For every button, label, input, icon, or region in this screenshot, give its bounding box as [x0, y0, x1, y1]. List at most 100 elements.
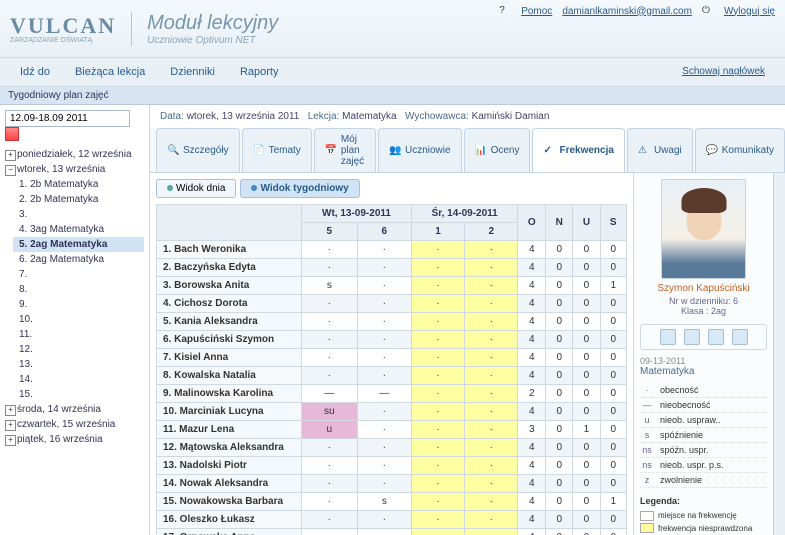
view-buttons: Widok dnia Widok tygodniowy: [156, 179, 627, 198]
tab-mój plan zajęć[interactable]: 📅Mój plan zajęć: [314, 128, 376, 172]
action-2-icon[interactable]: [684, 329, 700, 345]
tab-frekwencja[interactable]: ✓Frekwencja: [532, 128, 624, 172]
tree-lesson[interactable]: 13.: [13, 357, 144, 372]
top-links: ? Pomoc damianlkaminski@gmail.com ⏻ Wylo…: [499, 5, 775, 17]
table-row[interactable]: 7. Kisiel Anna····4000: [157, 349, 627, 367]
module-name: Moduł lekcyjny: [147, 12, 278, 35]
tree-lesson[interactable]: 11.: [13, 327, 144, 342]
lesson-value: Matematyka: [342, 111, 396, 122]
table-row[interactable]: 11. Mazur Lenau···3010: [157, 421, 627, 439]
menu-current-lesson[interactable]: Bieżąca lekcja: [65, 62, 155, 82]
table-row[interactable]: 3. Borowska Anitas···4001: [157, 277, 627, 295]
scrollbar[interactable]: [773, 173, 785, 535]
menu-journals[interactable]: Dzienniki: [160, 62, 225, 82]
legend-symbols: ·obecność—nieobecnośćunieob. usprаw..ssp…: [640, 383, 767, 488]
date-value: wtorek, 13 września 2011: [187, 111, 300, 122]
table-row[interactable]: 10. Marciniak Lucynasu···4000: [157, 403, 627, 421]
tree-lesson[interactable]: 14.: [13, 372, 144, 387]
table-row[interactable]: 8. Kowalska Natalia····4000: [157, 367, 627, 385]
action-3-icon[interactable]: [708, 329, 724, 345]
table-row[interactable]: 2. Baczyńska Edyta····4000: [157, 259, 627, 277]
menu-bar: Idź do Bieżąca lekcja Dzienniki Raporty …: [0, 58, 785, 87]
tree-lesson[interactable]: 3.: [13, 207, 144, 222]
student-name: Szymon Kapuściński: [640, 283, 767, 294]
tab-icon: 💬: [706, 145, 718, 157]
date-label: Data:: [160, 111, 184, 122]
tree-day[interactable]: wtorek, 13 września: [5, 162, 144, 177]
panel-subject: Matematyka: [640, 366, 767, 377]
hide-header-link[interactable]: Schowaj nagłówek: [672, 62, 775, 81]
table-row[interactable]: 15. Nowakowska Barbara·s··4001: [157, 493, 627, 511]
tree-day[interactable]: czwartek, 15 września: [5, 417, 144, 432]
tree-lesson[interactable]: 15.: [13, 387, 144, 402]
tab-szczegóły[interactable]: 🔍Szczegóły: [156, 128, 240, 172]
email-link[interactable]: damianlkaminski@gmail.com: [562, 6, 692, 17]
legend-symbol: —nieobecność: [640, 398, 767, 413]
tree-lesson[interactable]: 7.: [13, 267, 144, 282]
sub-bar: Tygodniowy plan zajęć: [0, 87, 785, 105]
action-4-icon[interactable]: [732, 329, 748, 345]
tab-icon: ⚠: [638, 145, 650, 157]
tab-icon: 👥: [389, 145, 401, 157]
tree-lesson[interactable]: 10.: [13, 312, 144, 327]
table-row[interactable]: 13. Nadolski Piotr····4000: [157, 457, 627, 475]
table-row[interactable]: 16. Oleszko Łukasz····4000: [157, 511, 627, 529]
info-bar: Data: wtorek, 13 września 2011 Lekcja: M…: [150, 105, 785, 128]
tab-icon: 📊: [475, 145, 487, 157]
action-icons: [640, 324, 767, 350]
legend-symbol: sspóźnienie: [640, 428, 767, 443]
teacher-value: Kamiński Damian: [472, 111, 550, 122]
action-1-icon[interactable]: [660, 329, 676, 345]
help-link[interactable]: Pomoc: [521, 6, 552, 17]
table-row[interactable]: 9. Malinowska Karolina——··2000: [157, 385, 627, 403]
tab-icon: ✓: [543, 145, 555, 157]
table-row[interactable]: 5. Kania Aleksandra····4000: [157, 313, 627, 331]
table-row[interactable]: 12. Mątowska Aleksandra····4000: [157, 439, 627, 457]
tree-day[interactable]: piątek, 16 września: [5, 432, 144, 447]
view-week-button[interactable]: Widok tygodniowy: [240, 179, 359, 198]
logout-icon: ⏻: [702, 5, 714, 17]
legend-symbol: nsspóźn. uspr.: [640, 443, 767, 458]
date-range-input[interactable]: [5, 110, 130, 127]
legend-symbol: ·obecność: [640, 383, 767, 398]
attendance-table: Wt, 13-09-2011Śr, 14-09-2011ONUS56121. B…: [156, 204, 627, 535]
tree-day[interactable]: poniedziałek, 12 września: [5, 147, 144, 162]
table-row[interactable]: 14. Nowak Aleksandra····4000: [157, 475, 627, 493]
module-title: Moduł lekcyjny Uczniowie Optivum NET: [131, 12, 278, 46]
legend-title: Legenda:: [640, 496, 767, 506]
table-area: Widok dnia Widok tygodniowy Wt, 13-09-20…: [150, 173, 633, 535]
tab-icon: 📅: [325, 145, 337, 157]
tab-komunikaty[interactable]: 💬Komunikaty: [695, 128, 785, 172]
table-row[interactable]: 1. Bach Weronika····4000: [157, 241, 627, 259]
tree-lesson[interactable]: 12.: [13, 342, 144, 357]
right-panel: Szymon Kapuściński Nr w dzienniku: 6 Kla…: [633, 173, 773, 535]
tree-lesson[interactable]: 5. 2ag Matematyka: [13, 237, 144, 252]
menu-reports[interactable]: Raporty: [230, 62, 289, 82]
student-meta: Nr w dzienniku: 6 Klasa : 2ag: [640, 296, 767, 316]
view-day-button[interactable]: Widok dnia: [156, 179, 236, 198]
logout-link[interactable]: Wyloguj się: [724, 6, 775, 17]
tree-lesson[interactable]: 8.: [13, 282, 144, 297]
table-row[interactable]: 4. Cichosz Dorota····4000: [157, 295, 627, 313]
schedule-tree: poniedziałek, 12 wrześniawtorek, 13 wrze…: [5, 147, 144, 447]
teacher-label: Wychowawca:: [405, 111, 469, 122]
tab-oceny[interactable]: 📊Oceny: [464, 128, 531, 172]
tree-lesson[interactable]: 9.: [13, 297, 144, 312]
lesson-label: Lekcja:: [308, 111, 340, 122]
sidebar: poniedziałek, 12 wrześniawtorek, 13 wrze…: [0, 105, 150, 535]
tree-lesson[interactable]: 4. 3ag Matematyka: [13, 222, 144, 237]
table-row[interactable]: 6. Kapuściński Szymon····4000: [157, 331, 627, 349]
content-area: Data: wtorek, 13 września 2011 Lekcja: M…: [150, 105, 785, 535]
legend-symbol: nsnieob. uspr. p.s.: [640, 458, 767, 473]
tree-lesson[interactable]: 2. 2b Matematyka: [13, 192, 144, 207]
tab-uwagi[interactable]: ⚠Uwagi: [627, 128, 693, 172]
tab-tematy[interactable]: 📄Tematy: [242, 128, 312, 172]
menu-goto[interactable]: Idź do: [10, 62, 60, 82]
tree-day[interactable]: środa, 14 września: [5, 402, 144, 417]
tree-lesson[interactable]: 6. 2ag Matematyka: [13, 252, 144, 267]
tree-lesson[interactable]: 1. 2b Matematyka: [13, 177, 144, 192]
calendar-icon[interactable]: [5, 127, 19, 141]
legend-box-item: miejsce na frekwencję: [640, 510, 767, 521]
tab-icon: 🔍: [167, 145, 179, 157]
tab-uczniowie[interactable]: 👥Uczniowie: [378, 128, 462, 172]
